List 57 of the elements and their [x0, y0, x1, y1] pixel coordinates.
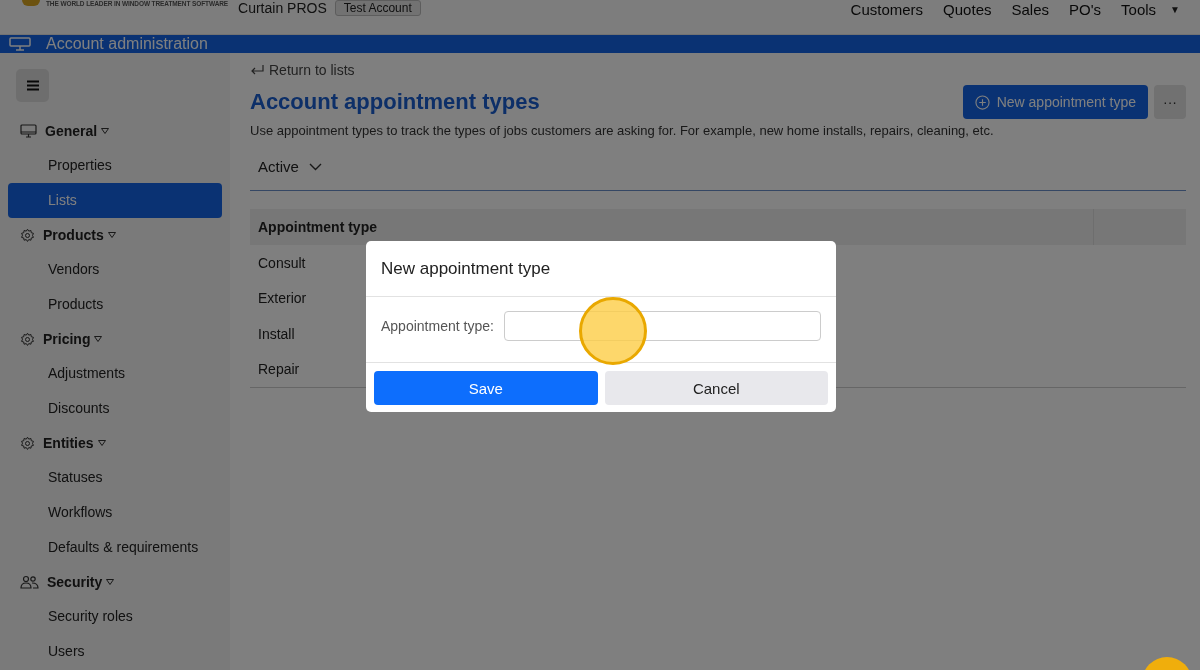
sidebar-item[interactable]: Products	[8, 287, 222, 322]
caret-icon[interactable]	[97, 440, 106, 446]
company-name: Curtain PROS	[238, 0, 327, 16]
caret-icon[interactable]	[107, 232, 116, 238]
page-header-title: Account administration	[46, 35, 208, 53]
sidebar-item[interactable]: Users	[8, 634, 222, 669]
table-cell: Exterior	[258, 290, 307, 307]
monitor-icon	[20, 123, 37, 139]
caret-icon[interactable]	[94, 336, 103, 342]
people-icon	[20, 574, 39, 590]
sidebar-item[interactable]: Discounts	[8, 391, 222, 426]
table-cell: Install	[258, 325, 295, 342]
sidebar-section[interactable]: Products	[8, 218, 222, 252]
plus-circle-icon	[974, 94, 990, 110]
sidebar-item[interactable]: Statuses	[8, 460, 222, 495]
monitor-icon	[8, 37, 32, 51]
nav-link[interactable]: Quotes	[943, 1, 992, 18]
sidebar-item[interactable]: Security roles	[8, 599, 222, 634]
sidebar-item[interactable]: Defaults & requirements	[8, 530, 222, 565]
table-cell: Repair	[258, 361, 300, 378]
return-arrow-icon	[250, 65, 264, 75]
sidebar-section[interactable]: General	[8, 114, 222, 148]
field-label: Appointment type:	[381, 318, 494, 334]
page-title: Account appointment types	[250, 89, 540, 115]
sidebar-section[interactable]: Security	[8, 565, 222, 599]
chevron-down-icon	[308, 162, 322, 171]
status-filter[interactable]: Active	[258, 158, 322, 175]
new-appointment-type-button[interactable]: New appointment type	[962, 85, 1148, 119]
sidebar-section[interactable]: Pricing	[8, 322, 222, 356]
sidebar-item[interactable]: Lists	[8, 183, 222, 218]
nav-link[interactable]: Tools	[1121, 1, 1157, 18]
sidebar-section[interactable]: Entities	[8, 426, 222, 460]
dialog-title: New appointment type	[381, 258, 551, 279]
back-link[interactable]: Return to lists	[250, 62, 355, 78]
menu-icon	[26, 80, 39, 91]
caret-icon[interactable]	[106, 579, 115, 585]
nav-link[interactable]: PO's	[1069, 1, 1102, 18]
save-button[interactable]: Save	[374, 371, 598, 405]
gear-icon	[20, 435, 35, 451]
gear-icon	[20, 227, 35, 243]
sidebar-item[interactable]: Workflows	[8, 495, 222, 530]
page-description: Use appointment types to track the types of jobs customers are asking for. For example, new home installs, repairs, cleaning, etc.	[250, 123, 995, 138]
gear-icon	[20, 331, 35, 347]
nav-link[interactable]: Sales	[1011, 1, 1049, 18]
sidebar-item[interactable]: Adjustments	[8, 356, 222, 391]
more-button[interactable]: ···	[1154, 85, 1186, 119]
sidebar-item[interactable]: Vendors	[8, 252, 222, 287]
cancel-button[interactable]: Cancel	[604, 371, 828, 405]
caret-icon[interactable]: ▼	[1170, 1, 1180, 18]
account-badge: Test Account	[334, 0, 421, 16]
caret-icon[interactable]	[101, 128, 110, 134]
table-cell: Consult	[258, 254, 306, 271]
menu-button[interactable]	[16, 69, 49, 102]
sidebar-item[interactable]: Properties	[8, 148, 222, 183]
column-header: Appointment type	[250, 209, 1094, 245]
nav-link[interactable]: Customers	[850, 1, 924, 18]
logo-icon	[22, 0, 40, 6]
